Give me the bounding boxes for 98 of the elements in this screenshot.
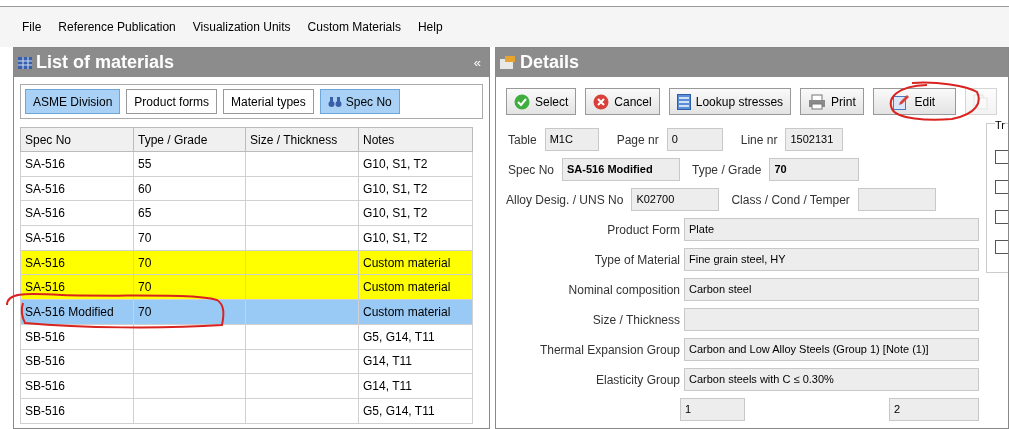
- table-cell: 70: [133, 274, 246, 300]
- field-label: Type / Grade: [692, 161, 762, 179]
- detail-field[interactable]: Carbon and Low Alloy Steels (Group 1) [Note (1)]: [684, 338, 979, 361]
- check-icon: [514, 93, 530, 110]
- detail-field[interactable]: Carbon steel: [684, 278, 979, 301]
- panel-title: List of materials: [36, 51, 175, 74]
- table-cell: G5, G14, T11: [358, 324, 473, 349]
- field-label: Alloy Desig. / UNS No: [506, 191, 624, 209]
- detail-field[interactable]: 2: [889, 398, 979, 421]
- column-header[interactable]: Type / Grade: [133, 127, 246, 152]
- checkbox[interactable]: [995, 179, 1008, 194]
- field-label: Nominal composition: [567, 281, 680, 299]
- filter-tab[interactable]: ASME Division: [25, 89, 121, 114]
- field-label: Page nr: [616, 131, 659, 149]
- table-cell: SA-516 Modified: [20, 299, 134, 325]
- edit-button[interactable]: Edit: [872, 88, 956, 115]
- table-row[interactable]: SA-516 65 G10, S1, T2: [20, 200, 473, 226]
- menu-item[interactable]: Help: [417, 18, 443, 36]
- table-cell: SB-516: [20, 398, 134, 424]
- menu-item[interactable]: File: [22, 18, 42, 36]
- cancel-icon: [593, 93, 610, 110]
- field-label: Table: [508, 131, 537, 149]
- table-field[interactable]: M1C: [544, 128, 599, 151]
- table-cell: G10, S1, T2: [358, 176, 473, 201]
- field-label: Thermal Expansion Group: [538, 341, 680, 359]
- table-cell: 70: [133, 299, 246, 325]
- filter-tab[interactable]: Product forms: [126, 89, 218, 114]
- table-cell: SB-516: [20, 373, 134, 399]
- table-row[interactable]: SB-516 G14, T11: [20, 373, 473, 399]
- menu-item[interactable]: Visualization Units: [192, 18, 291, 36]
- spec-field[interactable]: SA-516 Modified: [562, 158, 681, 181]
- printer-icon: [808, 93, 827, 110]
- field-label: Product Form: [606, 221, 680, 239]
- checkbox[interactable]: [995, 149, 1008, 164]
- table-cell: SA-516: [20, 176, 134, 201]
- edit-icon: [893, 93, 910, 110]
- table-row[interactable]: SA-516 55 G10, S1, T2: [20, 151, 473, 177]
- table-cell: SA-516: [20, 200, 134, 226]
- column-header[interactable]: Notes: [358, 127, 473, 152]
- line-field[interactable]: 1502131: [785, 128, 844, 151]
- table-row[interactable]: SA-516 70 Custom material: [20, 250, 473, 275]
- field-label: Elasticity Group: [594, 371, 680, 389]
- checkbox[interactable]: [995, 209, 1008, 224]
- detail-field[interactable]: Plate: [684, 218, 979, 241]
- detail-field[interactable]: 1: [680, 398, 745, 421]
- field-label: Class / Cond / Temper: [731, 191, 850, 209]
- table-cell: 70: [133, 250, 246, 275]
- column-header[interactable]: Size / Thickness: [245, 127, 359, 152]
- table-cell: G10, S1, T2: [358, 225, 473, 251]
- table-cell: 70: [133, 225, 246, 251]
- field-label: Line nr: [740, 131, 778, 149]
- filter-tab[interactable]: Material types: [223, 89, 314, 114]
- page-field[interactable]: 0: [666, 128, 723, 151]
- table-cell: SA-516: [20, 225, 134, 251]
- checkbox[interactable]: [995, 239, 1008, 254]
- table-cell: SA-516: [20, 151, 134, 177]
- menu-item[interactable]: Reference Publication: [58, 18, 176, 36]
- table-row[interactable]: SB-516 G5, G14, T11: [20, 398, 473, 424]
- filter-tab[interactable]: Spec No: [319, 89, 400, 114]
- select-button[interactable]: Select: [506, 88, 577, 115]
- table-cell: SA-516: [20, 274, 134, 300]
- table-row[interactable]: SA-516 70 G10, S1, T2: [20, 225, 473, 251]
- column-header[interactable]: Spec No: [20, 127, 134, 152]
- detail-field[interactable]: Fine grain steel, HY: [684, 248, 979, 271]
- table-row[interactable]: SB-516 G14, T11: [20, 349, 473, 374]
- table-cell: G5, G14, T11: [358, 398, 473, 424]
- table-cell: 55: [133, 151, 246, 177]
- table-cell: G14, T11: [358, 349, 473, 374]
- table-icon: [18, 56, 32, 69]
- grade-field[interactable]: 70: [769, 158, 860, 181]
- table-row[interactable]: SA-516 60 G10, S1, T2: [20, 176, 473, 201]
- table-cell: SB-516: [20, 349, 134, 374]
- detail-field[interactable]: [684, 308, 979, 331]
- table-row[interactable]: SA-516 Modified 70 Custom material: [20, 299, 473, 325]
- table-cell: 65: [133, 200, 246, 226]
- field-label: Spec No: [508, 161, 555, 179]
- table-cell: SB-516: [20, 324, 134, 349]
- table-cell: G10, S1, T2: [358, 200, 473, 226]
- copy-icon: [972, 93, 989, 110]
- table-icon: [676, 93, 691, 110]
- cancel-button[interactable]: Cancel: [585, 88, 660, 115]
- field-label: Size / Thickness: [591, 311, 680, 329]
- panel-title: Details: [520, 51, 580, 74]
- detail-field[interactable]: Carbon steels with C ≤ 0.30%: [684, 368, 979, 391]
- table-cell: G10, S1, T2: [358, 151, 473, 177]
- table-cell: Custom material: [358, 250, 473, 275]
- lookup-button[interactable]: Lookup stresses: [668, 88, 792, 115]
- uns-field[interactable]: K02700: [631, 188, 720, 211]
- table-cell: G14, T11: [358, 373, 473, 399]
- table-cell: Custom material: [358, 274, 473, 300]
- folder-icon: [500, 55, 516, 70]
- print-button[interactable]: Print: [800, 88, 864, 115]
- field-label: Type of Material: [593, 251, 680, 269]
- menu-item[interactable]: Custom Materials: [307, 18, 401, 36]
- table-cell: 60: [133, 176, 246, 201]
- class-field[interactable]: [857, 188, 936, 211]
- table-cell: Custom material: [358, 299, 473, 325]
- table-cell: SA-516: [20, 250, 134, 275]
